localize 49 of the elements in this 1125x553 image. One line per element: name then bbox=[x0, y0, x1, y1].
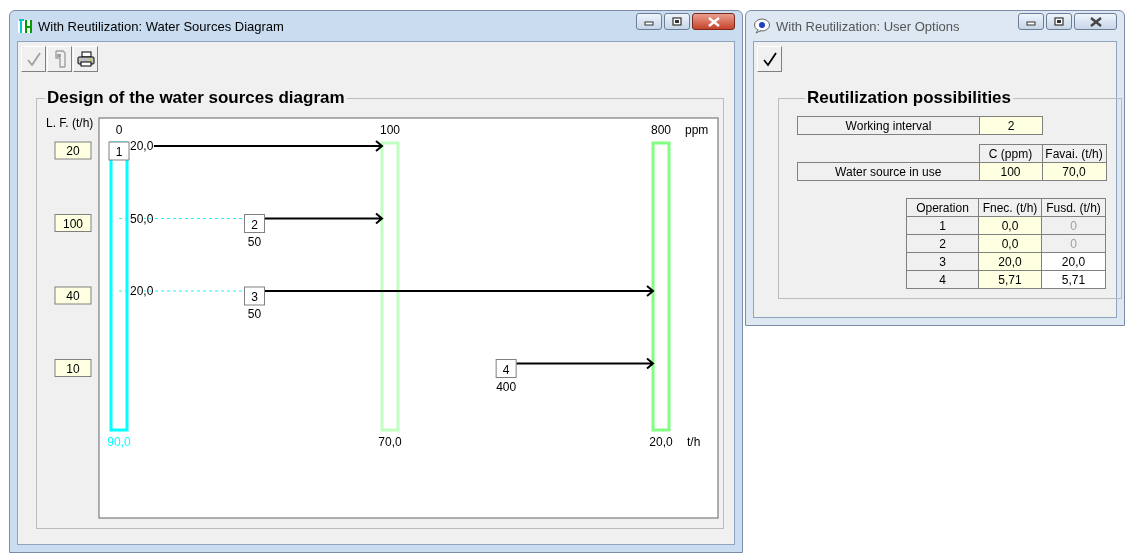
concentration-label: 0 bbox=[115, 123, 123, 137]
value-field: 2 bbox=[979, 116, 1043, 135]
flow-value: 20,0 bbox=[130, 284, 154, 298]
lf-field: 100 bbox=[54, 214, 92, 232]
flow-value: 20,0 bbox=[130, 139, 154, 153]
operation-node: 3 bbox=[244, 286, 265, 306]
concentration-label: 800 bbox=[651, 123, 671, 137]
maximize-button[interactable] bbox=[664, 13, 690, 30]
concentration-label: 100 bbox=[380, 123, 400, 137]
group-title: Design of the water sources diagram bbox=[46, 88, 346, 108]
door-icon bbox=[52, 50, 67, 68]
flow-label: 20,0 bbox=[649, 435, 673, 449]
concentration-label: 400 bbox=[496, 379, 517, 394]
unit-label: ppm bbox=[685, 123, 709, 137]
field-label: Working interval bbox=[797, 116, 980, 135]
concentration-label: 50 bbox=[247, 307, 262, 321]
axis-label: L. F. (t/h) bbox=[46, 116, 94, 130]
window-title: With Reutilization: Water Sources Diagram bbox=[38, 18, 285, 34]
column-header: C (ppm) bbox=[979, 144, 1042, 163]
check-icon bbox=[761, 51, 778, 67]
close-icon bbox=[707, 16, 720, 27]
minimize-button[interactable] bbox=[636, 13, 662, 30]
check-icon bbox=[25, 51, 42, 67]
maximize-icon bbox=[1054, 17, 1064, 26]
flow-value: 50,0 bbox=[130, 211, 154, 226]
column-header: Operation bbox=[906, 198, 979, 217]
print-button[interactable] bbox=[73, 46, 98, 72]
flow-label: 70,0 bbox=[378, 435, 402, 449]
close-icon bbox=[1089, 16, 1102, 27]
printer-icon bbox=[76, 51, 95, 67]
column-header: Favai. (t/h) bbox=[1042, 144, 1106, 163]
maximize-icon bbox=[672, 17, 682, 26]
group-title: Reutilization possibilities bbox=[806, 88, 1013, 108]
app-icon bbox=[17, 18, 33, 34]
operation-node: 1 bbox=[108, 141, 130, 161]
unit-label: t/h bbox=[687, 435, 701, 449]
row-label: Water source in use bbox=[797, 162, 979, 181]
column-header: Fusd. (t/h) bbox=[1041, 198, 1106, 217]
operation-node: 2 bbox=[244, 214, 265, 233]
lf-field: 40 bbox=[54, 286, 92, 305]
help-bubble-icon bbox=[753, 18, 771, 34]
concentration-label: 50 bbox=[247, 234, 262, 249]
operation-node: 4 bbox=[495, 359, 517, 378]
column-header: Fnec. (t/h) bbox=[978, 198, 1042, 217]
window-title: With Reutilization: User Options bbox=[776, 18, 961, 34]
flow-label: 90,0 bbox=[107, 435, 131, 449]
close-button[interactable] bbox=[692, 13, 735, 30]
lf-field: 10 bbox=[54, 359, 92, 377]
lf-field: 20 bbox=[54, 141, 92, 160]
